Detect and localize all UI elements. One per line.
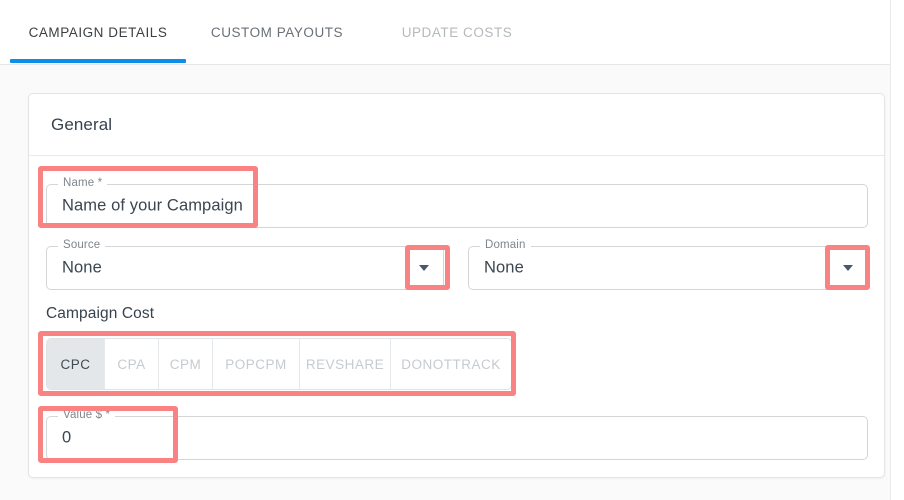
value-field[interactable]: Value $ * 0	[46, 409, 868, 460]
cost-option-revshare-label: REVSHARE	[305, 356, 385, 372]
tab-update-costs[interactable]: UPDATE COSTS	[380, 0, 534, 64]
cost-option-cpc-label: CPC	[60, 356, 91, 372]
active-tab-indicator	[10, 59, 186, 63]
source-select-value: None	[62, 258, 102, 277]
chevron-down-icon[interactable]	[419, 265, 429, 271]
source-select-label: Source	[58, 239, 106, 251]
tab-custom-payouts-label: CUSTOM PAYOUTS	[210, 24, 344, 40]
cost-option-cpa-label: CPA	[117, 356, 146, 372]
cost-option-donottrack[interactable]: DONOTTRACK	[391, 339, 511, 389]
cost-option-popcpm-label: POPCPM	[225, 356, 287, 372]
campaign-cost-title: Campaign Cost	[46, 305, 155, 322]
value-field-value: 0	[62, 428, 72, 447]
tab-campaign-details-label: CAMPAIGN DETAILS	[28, 24, 168, 40]
name-field-value: Name of your Campaign	[62, 196, 243, 215]
tab-campaign-details[interactable]: CAMPAIGN DETAILS	[10, 0, 186, 64]
tab-bar: CAMPAIGN DETAILS CUSTOM PAYOUTS UPDATE C…	[0, 0, 890, 65]
cost-option-cpm[interactable]: CPM	[159, 339, 213, 389]
general-card-title: General	[51, 114, 113, 134]
domain-select-value: None	[484, 258, 524, 277]
tab-custom-payouts[interactable]: CUSTOM PAYOUTS	[196, 0, 358, 64]
campaign-details-page: CAMPAIGN DETAILS CUSTOM PAYOUTS UPDATE C…	[0, 0, 904, 500]
campaign-cost-toggle-group: CPC CPA CPM POPCPM REVSHARE DONOTTRACK	[46, 338, 512, 390]
value-field-label: Value $ *	[58, 409, 116, 421]
domain-select-label: Domain	[480, 239, 531, 251]
domain-select[interactable]: Domain None	[468, 239, 868, 290]
name-field-label: Name *	[58, 177, 108, 189]
cost-option-popcpm[interactable]: POPCPM	[213, 339, 300, 389]
right-edge-panel	[890, 0, 904, 500]
cost-option-donottrack-label: DONOTTRACK	[401, 356, 501, 372]
cost-option-revshare[interactable]: REVSHARE	[300, 339, 391, 389]
cost-option-cpm-label: CPM	[169, 356, 202, 372]
source-select[interactable]: Source None	[46, 239, 444, 290]
chevron-down-icon[interactable]	[843, 265, 853, 271]
cost-option-cpc[interactable]: CPC	[47, 339, 105, 389]
general-card-header: General	[29, 94, 884, 156]
tab-update-costs-label: UPDATE COSTS	[401, 24, 513, 40]
cost-option-cpa[interactable]: CPA	[105, 339, 159, 389]
name-field[interactable]: Name * Name of your Campaign	[46, 177, 868, 228]
